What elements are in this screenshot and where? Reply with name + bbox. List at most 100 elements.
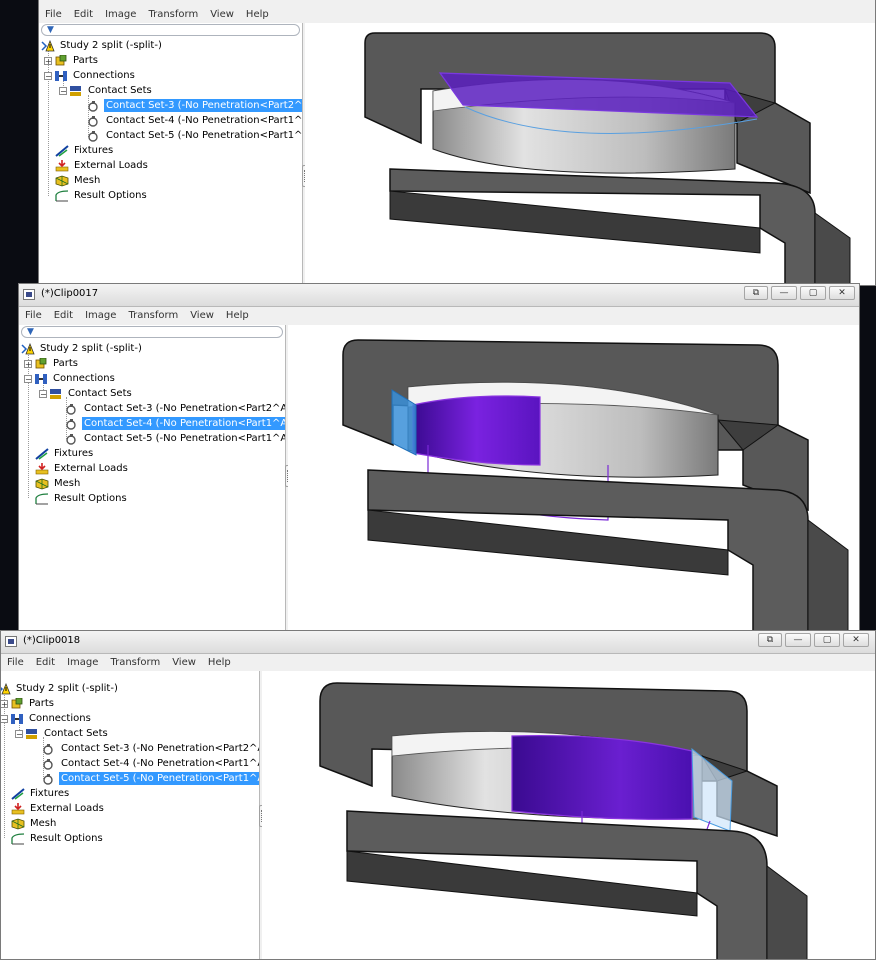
title-bar: (*)Clip0018 ⧉ — ▢ ✕ (1, 631, 875, 654)
tree-contact-set-5[interactable]: Contact Set-5 (-No Penetration<Part1^Ass… (42, 771, 259, 786)
menu-view[interactable]: View (184, 310, 220, 321)
tree-contact-set-3[interactable]: Contact Set-3 (-No Penetration<Part2^Ass… (65, 401, 285, 416)
contact-set-icon (43, 743, 53, 755)
tree-parts[interactable]: + Parts (44, 53, 100, 68)
contact-set-icon (88, 130, 98, 142)
menu-view[interactable]: View (204, 9, 240, 20)
feature-tree-panel: Study 2 split (-split-) + Parts − Connecti… (1, 671, 260, 959)
expand-icon[interactable]: + (44, 56, 52, 65)
contact-sets-icon (70, 85, 81, 96)
tree-study[interactable]: Study 2 split (-split-) (21, 341, 144, 356)
tree-study[interactable]: Study 2 split (-split-) (1, 681, 120, 696)
filter-box[interactable]: ▼ (21, 326, 283, 338)
collapse-icon[interactable]: − (39, 389, 47, 398)
restore-view-button[interactable]: ⧉ (744, 286, 768, 300)
menu-transform[interactable]: Transform (142, 9, 204, 20)
menu-file[interactable]: File (39, 9, 68, 20)
tree-external-loads[interactable]: External Loads (11, 801, 106, 816)
fixtures-icon (11, 787, 25, 800)
minimize-button[interactable]: — (771, 286, 797, 300)
expand-icon[interactable]: + (24, 359, 32, 368)
menu-image[interactable]: Image (99, 9, 142, 20)
collapse-icon[interactable]: − (15, 729, 23, 738)
menu-transform[interactable]: Transform (104, 657, 166, 668)
parts-icon (35, 357, 47, 368)
tree-fixtures[interactable]: Fixtures (11, 786, 71, 801)
menu-edit[interactable]: Edit (30, 657, 61, 668)
mesh-icon (11, 818, 25, 829)
filter-box[interactable]: ▼ (41, 24, 300, 36)
maximize-button[interactable]: ▢ (800, 286, 826, 300)
maximize-button[interactable]: ▢ (814, 633, 840, 647)
tree-parts[interactable]: + Parts (24, 356, 80, 371)
result-options-icon (11, 832, 25, 844)
tree-external-loads[interactable]: External Loads (55, 158, 150, 173)
collapse-icon[interactable]: − (59, 86, 67, 95)
cad-model (342, 339, 849, 634)
collapse-icon[interactable]: − (44, 71, 52, 80)
expand-icon[interactable]: + (1, 699, 8, 708)
connections-icon (55, 70, 67, 81)
menu-help[interactable]: Help (202, 657, 237, 668)
tree-result-options[interactable]: Result Options (55, 188, 149, 203)
tree-mesh[interactable]: Mesh (35, 476, 82, 491)
connections-icon (35, 373, 47, 384)
tree-contact-set-5[interactable]: Contact Set-5 (-No Penetration<Part1^Ass… (65, 431, 285, 446)
tree-fixtures[interactable]: Fixtures (35, 446, 95, 461)
tree-contact-set-4[interactable]: Contact Set-4 (-No Penetration<Part1^Ass… (65, 416, 285, 431)
tree-mesh[interactable]: Mesh (55, 173, 102, 188)
menu-image[interactable]: Image (79, 310, 122, 321)
tree-fixtures[interactable]: Fixtures (55, 143, 115, 158)
tree-connections[interactable]: − Connections (1, 711, 93, 726)
menu-help[interactable]: Help (220, 310, 255, 321)
collapse-icon[interactable]: − (24, 374, 32, 383)
tree-contact-set-3[interactable]: Contact Set-3 (-No Penetration<Part2^Ass… (42, 741, 259, 756)
tree-result-options[interactable]: Result Options (11, 831, 105, 846)
contact-set-icon (43, 758, 53, 770)
window-title: (*)Clip0017 (41, 288, 99, 299)
graphics-viewport[interactable] (305, 23, 875, 285)
cad-model (364, 32, 851, 285)
app-icon (5, 636, 17, 647)
menu-image[interactable]: Image (61, 657, 104, 668)
menu-bar: File Edit Image Transform View Help (39, 7, 875, 22)
tree-study[interactable]: Study 2 split (-split-) (41, 38, 164, 53)
graphics-viewport[interactable] (288, 325, 859, 634)
menu-file[interactable]: File (1, 657, 30, 668)
tree-contact-set-5[interactable]: Contact Set-5 (-No Penetration<Part1^Ass… (87, 128, 302, 143)
tree-contact-sets[interactable]: − Contact Sets (39, 386, 134, 401)
contact-set-icon (66, 403, 76, 415)
mesh-icon (35, 478, 49, 489)
tree-mesh[interactable]: Mesh (11, 816, 58, 831)
tree-connections[interactable]: − Connections (24, 371, 117, 386)
graphics-viewport[interactable] (262, 671, 875, 959)
parts-icon (11, 697, 23, 708)
tree-contact-set-4[interactable]: Contact Set-4 (-No Penetration<Part1^Ass… (42, 756, 259, 771)
menu-view[interactable]: View (166, 657, 202, 668)
connections-icon (11, 713, 23, 724)
tree-contact-sets[interactable]: − Contact Sets (15, 726, 110, 741)
close-button[interactable]: ✕ (829, 286, 855, 300)
tree-contact-set-3[interactable]: Contact Set-3 (-No Penetration<Part2^Ass… (87, 98, 302, 113)
filter-icon[interactable]: ▼ (27, 327, 34, 338)
feature-tree-panel: ▼ Study 2 split (-split-) + Parts − Connec… (39, 23, 303, 285)
tree-parts[interactable]: + Parts (1, 696, 56, 711)
tree-result-options[interactable]: Result Options (35, 491, 129, 506)
menu-file[interactable]: File (19, 310, 48, 321)
collapse-icon[interactable]: − (1, 714, 8, 723)
menu-transform[interactable]: Transform (122, 310, 184, 321)
minimize-button[interactable]: — (785, 633, 811, 647)
contact-sets-icon (26, 728, 37, 739)
restore-view-button[interactable]: ⧉ (758, 633, 782, 647)
menu-help[interactable]: Help (240, 9, 275, 20)
contact-set-icon (66, 433, 76, 445)
tree-connections[interactable]: − Connections (44, 68, 137, 83)
tree-external-loads[interactable]: External Loads (35, 461, 130, 476)
tree-contact-set-4[interactable]: Contact Set-4 (-No Penetration<Part1^Ass… (87, 113, 302, 128)
result-options-icon (35, 492, 49, 504)
filter-icon[interactable]: ▼ (47, 25, 54, 36)
tree-contact-sets[interactable]: − Contact Sets (59, 83, 154, 98)
close-button[interactable]: ✕ (843, 633, 869, 647)
menu-edit[interactable]: Edit (48, 310, 79, 321)
menu-edit[interactable]: Edit (68, 9, 99, 20)
